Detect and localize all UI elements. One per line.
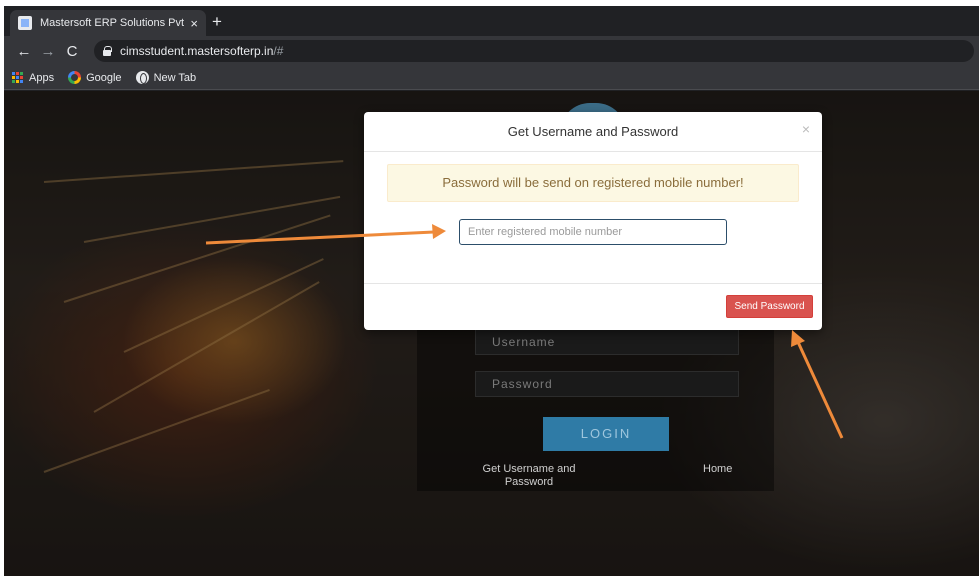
modal-header: Get Username and Password × — [364, 112, 822, 152]
password-input[interactable]: Password — [475, 371, 739, 397]
bookmark-label: Google — [86, 71, 122, 84]
address-bar[interactable]: cimsstudent.mastersofterp.in/# — [94, 40, 974, 62]
url-path: /# — [273, 44, 284, 58]
bookmarks-bar: Apps Google New Tab — [4, 66, 979, 90]
globe-icon — [135, 71, 149, 84]
modal-footer: Send Password — [364, 283, 822, 330]
bookmark-label: Apps — [29, 71, 55, 84]
apps-grid-icon — [12, 71, 24, 84]
warning-alert: Password will be send on registered mobi… — [387, 164, 799, 202]
username-input[interactable]: Username — [475, 329, 739, 355]
browser-tab[interactable]: Mastersoft ERP Solutions Pvt.Ltd × — [10, 10, 206, 36]
get-username-password-link[interactable]: Get Username and Password — [469, 463, 589, 489]
url-host: cimsstudent.mastersofterp.in — [120, 44, 274, 58]
back-icon[interactable]: ← — [12, 43, 36, 60]
close-tab-icon[interactable]: × — [190, 16, 198, 31]
browser-window: Mastersoft ERP Solutions Pvt.Ltd × + ← →… — [4, 6, 979, 576]
mobile-number-input[interactable] — [459, 219, 727, 245]
page-favicon-icon — [18, 16, 32, 30]
browser-toolbar: ← → C cimsstudent.mastersofterp.in/# — [4, 36, 979, 66]
google-icon — [68, 71, 82, 84]
tab-strip: Mastersoft ERP Solutions Pvt.Ltd × + — [4, 6, 979, 36]
bookmark-label: New Tab — [153, 71, 197, 84]
login-button[interactable]: LOGIN — [543, 417, 669, 451]
lock-icon[interactable] — [102, 46, 112, 56]
home-link[interactable]: Home — [703, 463, 732, 475]
send-password-button[interactable]: Send Password — [726, 295, 813, 318]
bookmark-apps[interactable]: Apps — [12, 71, 55, 84]
bookmark-new-tab[interactable]: New Tab — [135, 71, 197, 84]
reload-icon[interactable]: C — [60, 43, 84, 60]
forward-icon[interactable]: → — [36, 43, 60, 60]
bookmark-google[interactable]: Google — [68, 71, 122, 84]
close-icon[interactable]: × — [802, 121, 810, 137]
modal-title: Get Username and Password — [507, 124, 679, 139]
new-tab-button[interactable]: + — [212, 12, 222, 32]
credentials-modal: Get Username and Password × Password wil… — [364, 112, 822, 330]
tab-title: Mastersoft ERP Solutions Pvt.Ltd — [40, 17, 185, 29]
